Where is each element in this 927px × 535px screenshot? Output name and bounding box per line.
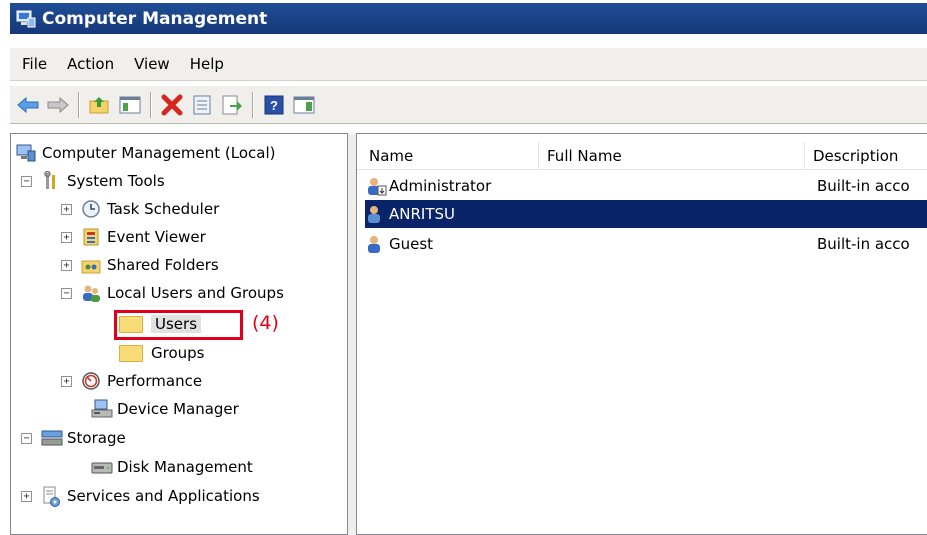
toolbar-separator bbox=[78, 91, 80, 118]
highlight-box bbox=[114, 310, 243, 340]
list-header: Name Full Name Description bbox=[357, 142, 927, 170]
user-icon bbox=[365, 234, 387, 254]
collapse-icon[interactable]: − bbox=[61, 287, 72, 299]
user-icon bbox=[365, 204, 387, 224]
list-row-anritsu[interactable]: ANRITSU bbox=[365, 200, 927, 228]
tree-label: Local Users and Groups bbox=[107, 284, 284, 302]
user-description: Built-in acco bbox=[817, 235, 910, 253]
tree-item-device-manager[interactable]: Device Manager bbox=[91, 396, 239, 422]
title-bar: Computer Management bbox=[10, 3, 927, 34]
collapse-icon[interactable]: − bbox=[21, 432, 32, 444]
tree-label: System Tools bbox=[67, 172, 165, 190]
tree-item-local-users-and-groups[interactable]: − Local Users and Groups bbox=[61, 280, 284, 306]
tree-item-storage[interactable]: − Storage bbox=[21, 425, 126, 451]
properties-icon[interactable] bbox=[190, 93, 214, 117]
tools-icon bbox=[41, 170, 61, 191]
disk-management-icon bbox=[91, 457, 113, 477]
expand-icon[interactable]: + bbox=[61, 259, 72, 271]
computer-management-icon bbox=[16, 10, 36, 28]
toolbar-separator bbox=[252, 91, 254, 118]
performance-icon bbox=[81, 371, 101, 391]
expand-icon[interactable]: + bbox=[61, 231, 72, 243]
expand-icon[interactable]: + bbox=[61, 375, 72, 387]
details-list: Name Full Name Description Administrator… bbox=[356, 133, 927, 535]
expand-icon[interactable]: + bbox=[21, 490, 32, 502]
collapse-icon[interactable]: − bbox=[21, 175, 32, 187]
tree-item-task-scheduler[interactable]: + Task Scheduler bbox=[61, 196, 219, 222]
tree-item-disk-management[interactable]: Disk Management bbox=[91, 454, 253, 480]
menu-view[interactable]: View bbox=[126, 55, 178, 73]
computer-icon bbox=[16, 143, 36, 163]
tree-item-shared-folders[interactable]: + Shared Folders bbox=[61, 252, 219, 278]
delete-icon[interactable] bbox=[160, 93, 184, 117]
menu-file[interactable]: File bbox=[14, 55, 55, 73]
column-header-full-name[interactable]: Full Name bbox=[539, 142, 805, 169]
action-pane-icon[interactable] bbox=[292, 93, 316, 117]
back-icon[interactable] bbox=[16, 93, 40, 117]
show-hide-tree-icon[interactable] bbox=[118, 93, 142, 117]
help-icon[interactable]: ? bbox=[262, 93, 286, 117]
tree-label: Services and Applications bbox=[67, 487, 260, 505]
storage-icon bbox=[41, 428, 63, 448]
up-folder-icon[interactable] bbox=[88, 93, 112, 117]
tree-label: Performance bbox=[107, 372, 203, 390]
list-row-administrator[interactable]: Administrator Built-in acco bbox=[365, 172, 927, 200]
tree-label: Event Viewer bbox=[107, 228, 206, 246]
tree-label: Task Scheduler bbox=[107, 200, 220, 218]
tree-item-event-viewer[interactable]: + Event Viewer bbox=[61, 224, 206, 250]
user-name: ANRITSU bbox=[389, 205, 455, 223]
tree-item-root[interactable]: Computer Management (Local) bbox=[16, 140, 276, 166]
shared-folder-icon bbox=[81, 255, 101, 275]
expand-icon[interactable]: + bbox=[61, 203, 72, 215]
tree-label: Computer Management (Local) bbox=[42, 144, 276, 162]
pane-splitter[interactable] bbox=[348, 133, 356, 535]
tree-label: Disk Management bbox=[117, 458, 253, 476]
user-name: Guest bbox=[389, 235, 434, 253]
forward-icon[interactable] bbox=[46, 93, 70, 117]
device-manager-icon bbox=[91, 399, 113, 419]
tree-item-performance[interactable]: + Performance bbox=[61, 368, 202, 394]
toolbar: ? bbox=[10, 86, 927, 124]
annotation-label: (4) bbox=[252, 312, 279, 334]
tree-label: Device Manager bbox=[117, 400, 239, 418]
users-group-icon bbox=[81, 283, 101, 303]
tree-item-groups[interactable]: Groups bbox=[119, 340, 204, 366]
export-icon[interactable] bbox=[220, 93, 244, 117]
services-icon bbox=[41, 486, 61, 507]
tree-label: Storage bbox=[67, 429, 126, 447]
tree-item-system-tools[interactable]: − System Tools bbox=[21, 168, 165, 194]
tree-label: Groups bbox=[151, 344, 205, 362]
folder-icon bbox=[119, 344, 143, 362]
list-row-guest[interactable]: Guest Built-in acco bbox=[365, 230, 927, 258]
event-viewer-icon bbox=[81, 227, 101, 247]
toolbar-separator bbox=[150, 91, 152, 118]
tree-item-services-and-applications[interactable]: + Services and Applications bbox=[21, 483, 260, 509]
menu-action[interactable]: Action bbox=[59, 55, 122, 73]
svg-text:?: ? bbox=[270, 98, 278, 113]
clock-icon bbox=[81, 199, 101, 219]
tree-label: Shared Folders bbox=[107, 256, 219, 274]
window-title: Computer Management bbox=[42, 8, 268, 29]
user-icon bbox=[365, 176, 387, 196]
user-name: Administrator bbox=[389, 177, 492, 195]
menu-bar: File Action View Help bbox=[10, 47, 927, 81]
column-header-name[interactable]: Name bbox=[361, 142, 539, 169]
user-description: Built-in acco bbox=[817, 177, 910, 195]
menu-help[interactable]: Help bbox=[182, 55, 232, 73]
column-header-description[interactable]: Description bbox=[805, 142, 927, 169]
